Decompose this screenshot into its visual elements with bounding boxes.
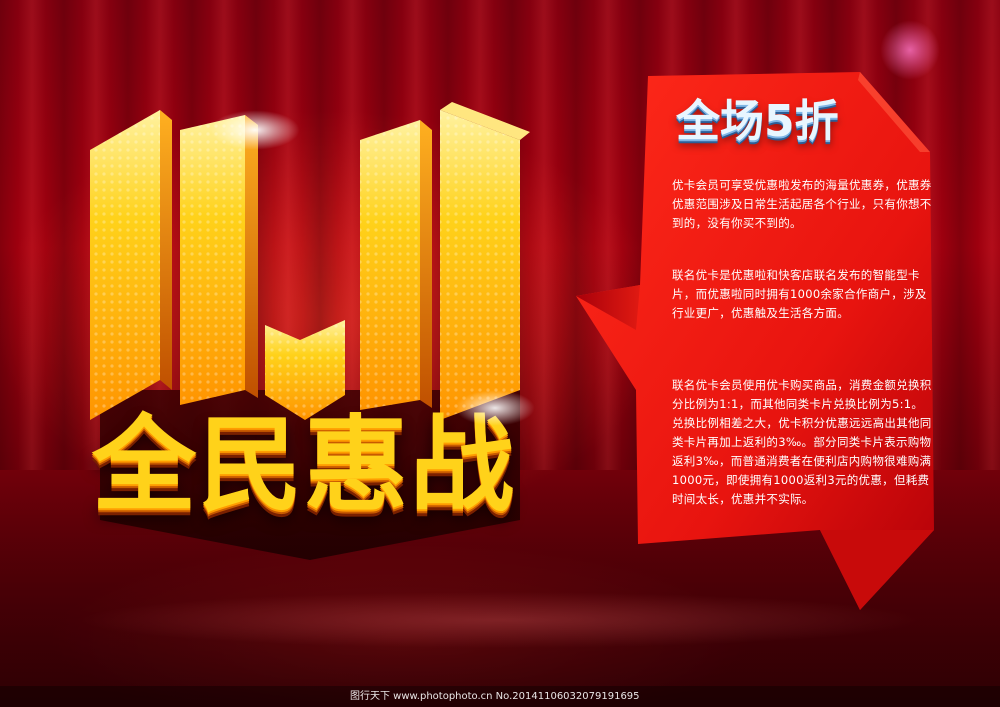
panel-paragraph-3: 联名优卡会员使用优卡购买商品，消费金额兑换积分比例为1:1，而其他同类卡片兑换比… bbox=[672, 378, 932, 506]
panel-paragraph-2: 联名优卡是优惠啦和快客店联名发布的智能型卡片，而优惠啦同时拥有1000余家合作商… bbox=[672, 268, 927, 320]
sparkle bbox=[455, 390, 535, 426]
panel-paragraph-1: 优卡会员可享受优惠啦发布的海量优惠券，优惠券优惠范围涉及日常生活起居各个行业，只… bbox=[672, 178, 932, 230]
sparkle bbox=[210, 110, 300, 150]
panel-title: 全场5折 bbox=[676, 96, 839, 147]
poster: 全民惠战 全场5折 优卡会员可享受优惠啦发布的海量优惠券，优惠券优惠范围涉及日常… bbox=[0, 0, 1000, 707]
watermark-text: 图行天下 www.photophoto.cn No.20141106032079… bbox=[350, 691, 640, 702]
